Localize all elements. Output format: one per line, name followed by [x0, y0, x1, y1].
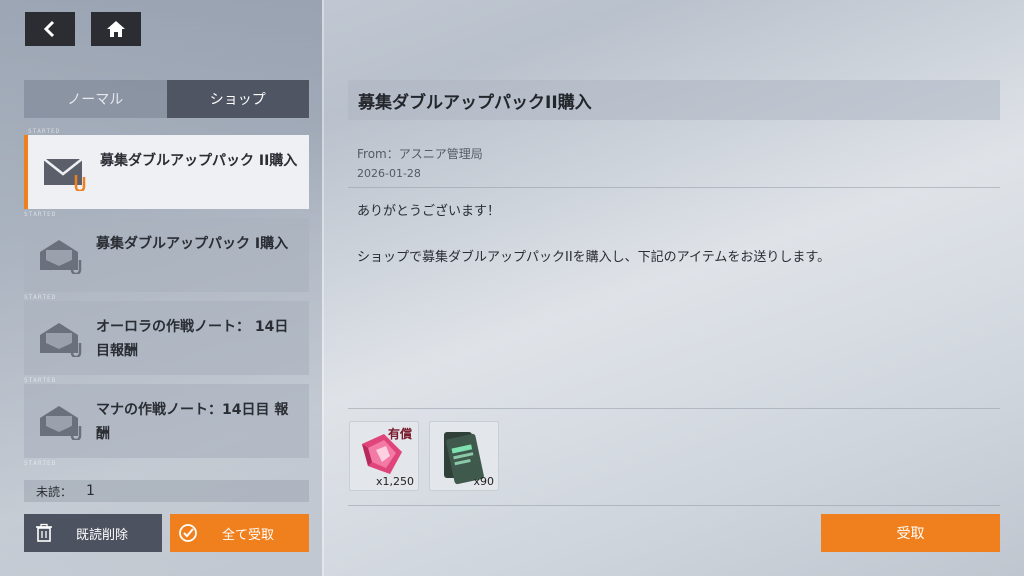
mail-body-line: ショップで募集ダブルアップパックIIを購入し、下記のアイテムをお送りします。	[357, 250, 831, 265]
attachment-item[interactable]: 有償 x1,250	[349, 421, 419, 491]
mail-item-tag: STARTED	[24, 294, 57, 301]
divider	[348, 505, 1000, 506]
back-button[interactable]	[25, 12, 75, 46]
mail-body: ありがとうございます！ ショップで募集ダブルアップパックIIを購入し、下記のアイ…	[357, 200, 997, 270]
mail-title: オーロラの作戦ノート： 14日目報酬	[96, 319, 289, 359]
list-footer-tag: STARTED	[24, 460, 57, 467]
mail-title: 募集ダブルアップパック II購入	[100, 153, 298, 169]
unread-count: 1	[86, 483, 95, 499]
item-quantity: x1,250	[375, 475, 414, 488]
unread-mail-attachment-icon	[43, 158, 86, 191]
mail-title: マナの作戦ノート：14日目 報酬	[96, 402, 289, 442]
attachment-item[interactable]: x90	[429, 421, 499, 491]
mail-title: 募集ダブルアップパック I購入	[96, 236, 289, 252]
mail-item-tag: STARTED	[28, 128, 61, 135]
mail-item[interactable]: STARTED オーロラの作戦ノート： 14日目報酬	[24, 294, 309, 375]
claim-label: 受取	[896, 526, 925, 542]
divider	[348, 408, 1000, 409]
unread-counter: 未読： 1	[24, 480, 309, 502]
back-arrow-icon	[43, 20, 55, 38]
claim-all-label: 全て受取	[222, 527, 275, 543]
trash-icon	[36, 523, 52, 542]
mail-date: 2026-01-28	[357, 167, 421, 180]
panel-divider	[322, 0, 324, 576]
mail-item-tag: STARTED	[24, 377, 57, 384]
tab-normal[interactable]: ノーマル	[24, 80, 167, 118]
mail-item[interactable]: STARTED 募集ダブルアップパック I購入	[24, 211, 309, 292]
read-mail-attachment-icon	[40, 323, 82, 357]
claim-all-button[interactable]: 全て受取	[170, 514, 309, 552]
unread-label: 未読：	[36, 484, 73, 499]
mail-detail-title: 募集ダブルアップパックII購入	[348, 80, 1000, 120]
tab-shop[interactable]: ショップ	[166, 80, 309, 118]
paid-badge: 有償	[387, 427, 412, 441]
mail-body-line: ありがとうございます！	[357, 204, 501, 219]
read-mail-attachment-icon	[40, 240, 82, 274]
home-button[interactable]	[91, 12, 141, 46]
mail-item[interactable]: STARTED マナの作戦ノート：14日目 報酬	[24, 377, 309, 458]
home-icon	[107, 21, 125, 37]
claim-button[interactable]: 受取	[821, 514, 1000, 552]
mail-item[interactable]: STARTED 募集ダブルアップパック II購入	[24, 128, 309, 209]
read-mail-attachment-icon	[40, 406, 82, 440]
mail-tabs: ノーマル ショップ	[24, 80, 309, 118]
delete-read-label: 既読削除	[76, 527, 129, 543]
mail-sender: From：アスニア管理局	[357, 147, 483, 161]
divider	[348, 187, 1000, 188]
delete-read-button[interactable]: 既読削除	[24, 514, 162, 552]
mail-item-tag: STARTED	[24, 211, 57, 218]
item-quantity: x90	[473, 475, 494, 488]
check-circle-icon	[179, 524, 197, 542]
